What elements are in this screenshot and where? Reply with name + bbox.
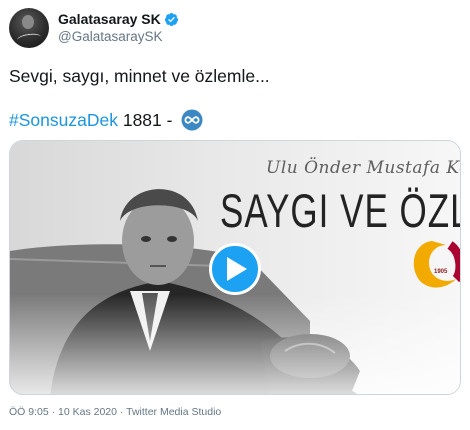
tweet-timestamp[interactable]: ÖÖ 9:05 · 10 Kas 2020 · Twitter Media St…: [9, 406, 221, 418]
banner-script-text: Ulu Önder Mustafa Kemal Atatürk: [266, 158, 460, 178]
tweet-text: Sevgi, saygı, minnet ve özlemle...: [9, 66, 270, 86]
video-media[interactable]: Ulu Önder Mustafa Kemal Atatürk SAYGI VE…: [9, 140, 461, 395]
tweet-header: Galatasaray SK @GalatasaraySK: [9, 8, 179, 48]
author-names: Galatasaray SK @GalatasaraySK: [58, 10, 179, 46]
infinity-icon: [181, 109, 203, 131]
play-button[interactable]: [209, 243, 261, 295]
avatar[interactable]: [9, 8, 49, 48]
play-icon: [227, 257, 247, 281]
display-name-row: Galatasaray SK: [58, 10, 179, 28]
tweet-hashtag-line: #SonsuzaDek 1881 -: [9, 108, 203, 132]
logo-year: 1905: [434, 269, 448, 275]
verified-badge-icon: [164, 12, 178, 26]
tweet-card: Galatasaray SK @GalatasaraySK Sevgi, say…: [0, 0, 470, 430]
banner-title: SAYGI VE ÖZLEMLE ANIYO: [220, 185, 460, 238]
avatar-portrait: [22, 15, 34, 29]
hashtag-link[interactable]: #SonsuzaDek: [9, 108, 118, 132]
handle[interactable]: @GalatasaraySK: [58, 28, 179, 46]
hashtag-suffix: 1881 -: [117, 110, 178, 130]
display-name[interactable]: Galatasaray SK: [58, 10, 161, 28]
